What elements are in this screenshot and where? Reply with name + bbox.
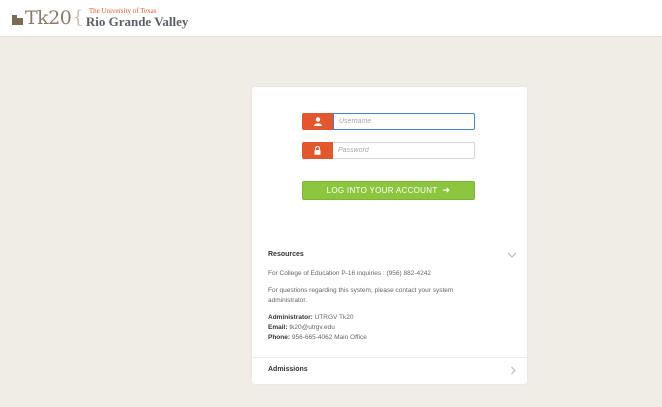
tk20-utrgv-logo[interactable]: Tk20 { The University of Texas Rio Grand… [12, 6, 188, 30]
logo-univ-line2: Rio Grande Valley [85, 14, 189, 29]
section-divider [252, 357, 527, 358]
email-value[interactable]: tk20@utrgv.edu [289, 324, 335, 331]
top-bar: Tk20 { The University of Texas Rio Grand… [0, 0, 662, 37]
username-field-group [302, 113, 475, 130]
utrgv-wordmark: The University of Texas Rio Grande Valle… [85, 8, 189, 29]
logo-brace-icon: { [72, 7, 84, 28]
password-input[interactable] [333, 142, 475, 159]
chevron-right-icon[interactable] [509, 366, 517, 375]
administrator-value: UTRGV Tk20 [314, 314, 354, 321]
email-label: Email: [268, 324, 288, 331]
login-button-label: LOG INTO YOUR ACCOUNT [326, 186, 438, 195]
admissions-title[interactable]: Admissions [268, 366, 308, 373]
resources-contact-text-1: For questions regarding this system, ple… [268, 287, 454, 294]
lock-icon [302, 142, 333, 159]
phone-label: Phone: [268, 334, 291, 341]
login-button[interactable]: LOG INTO YOUR ACCOUNT ➜ [302, 181, 475, 200]
logo-tk20-text: Tk20 [25, 7, 72, 29]
chevron-down-icon[interactable] [507, 251, 517, 259]
tk20-mark-icon [12, 12, 23, 25]
phone-row: Phone: 956-665-4062 Main Office [268, 333, 367, 342]
resources-contact-text-2: administrator. [268, 297, 308, 304]
administrator-row: Administrator: UTRGV Tk20 [268, 313, 353, 322]
resources-inquiries-text: For College of Education P-16 inquiries … [268, 270, 431, 277]
phone-value: 956-665-4062 Main Office [291, 334, 367, 341]
email-row: Email: tk20@utrgv.edu [268, 323, 335, 332]
password-field-group [302, 142, 475, 159]
administrator-label: Administrator: [268, 314, 313, 321]
login-card: LOG INTO YOUR ACCOUNT ➜ Resources For Co… [252, 87, 527, 384]
arrow-right-icon: ➜ [442, 185, 451, 195]
user-icon [302, 113, 333, 130]
username-input[interactable] [333, 113, 475, 130]
resources-title[interactable]: Resources [268, 251, 304, 258]
